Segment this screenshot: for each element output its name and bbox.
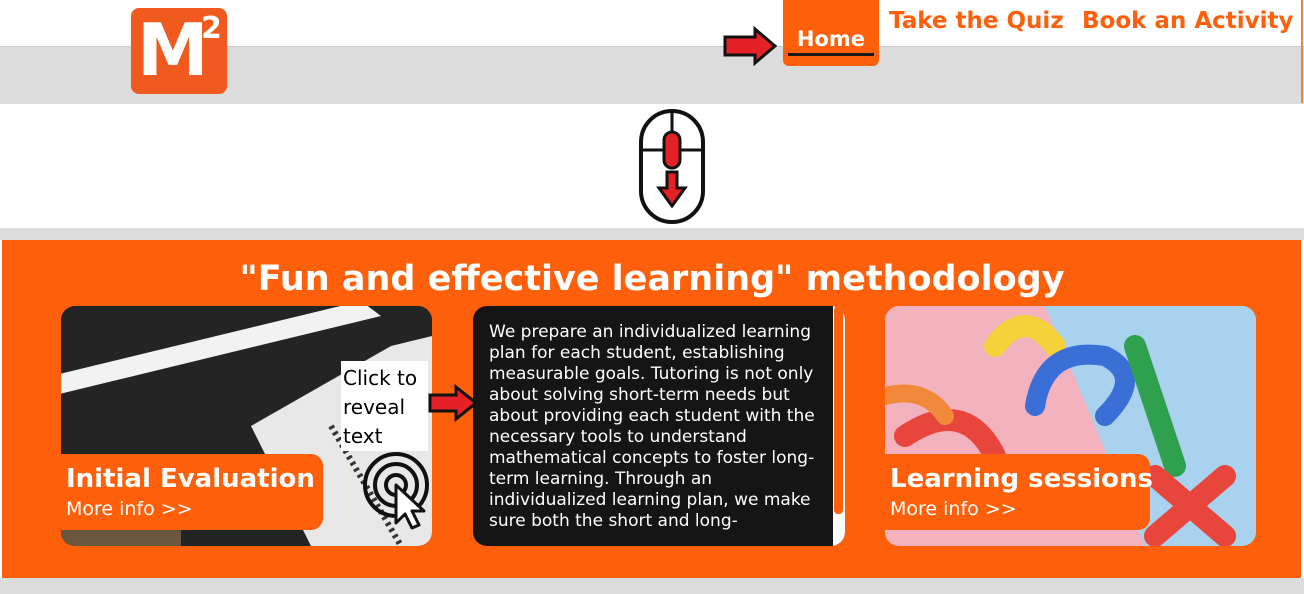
card-description-text: We prepare an individualized learning pl… [489,322,815,531]
card-scrollbar-thumb[interactable] [834,306,843,514]
card-label[interactable]: Learning sessions More info >> [885,454,1153,530]
mouse-scroll-icon [639,109,705,224]
more-info-link[interactable]: More info >> [890,500,1017,519]
nav-home-underline [788,53,874,56]
card-learning-sessions[interactable]: Learning sessions More info >> [885,306,1256,546]
nav-take-quiz-link[interactable]: Take the Quiz [889,10,1064,33]
right-arrow-icon [723,26,778,66]
hint-line: text [343,424,383,448]
nav-home-link[interactable]: Home [783,0,879,66]
logo-letter: M [137,8,209,92]
card-title: Learning sessions [890,464,1153,494]
card-title: Initial Evaluation [66,464,315,494]
right-arrow-icon [428,384,479,422]
site-logo[interactable]: M 2 [131,8,227,94]
nav-book-activity-link[interactable]: Book an Activity [1082,10,1294,33]
click-hint-box: Click to reveal text [341,361,428,451]
nav-home-label: Home [796,27,866,51]
section-top-strip [0,228,1304,240]
more-info-link[interactable]: More info >> [66,500,193,519]
click-cursor-icon [363,452,429,530]
card-label[interactable]: Initial Evaluation More info >> [61,454,323,530]
card-description[interactable]: We prepare an individualized learning pl… [473,306,845,546]
hint-line: reveal [343,395,406,419]
section-bottom-strip [0,578,1304,594]
logo-superscript: 2 [201,11,222,46]
hint-line: Click to [343,366,418,390]
header-edge [1301,0,1303,103]
section-title: "Fun and effective learning" methodology [239,259,1065,299]
